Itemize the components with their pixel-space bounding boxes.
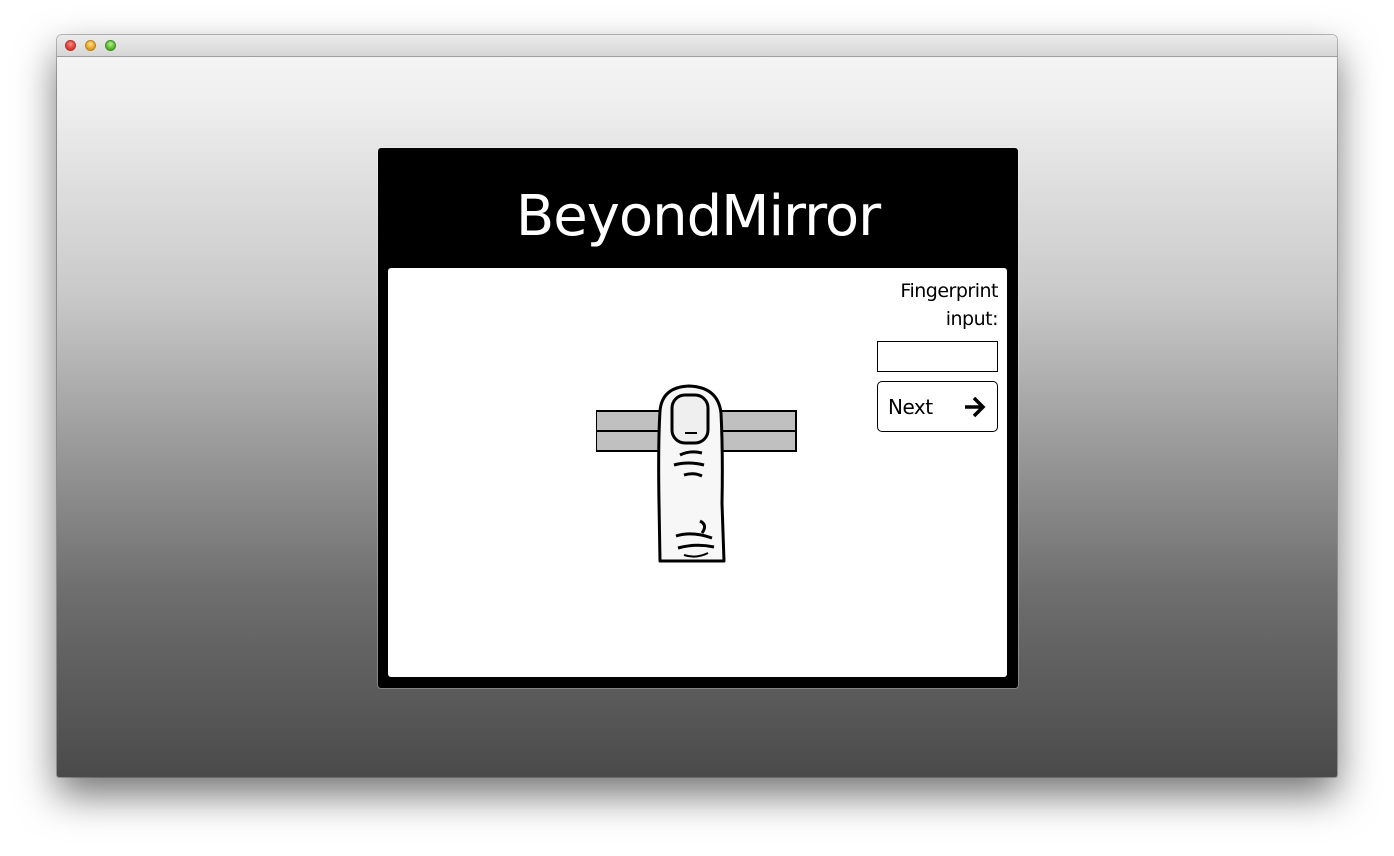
- fingerprint-input-label: Fingerprint input:: [900, 280, 998, 330]
- arrow-right-icon: [965, 396, 986, 418]
- fingerprint-input-field[interactable]: [877, 341, 998, 372]
- minimize-window-button[interactable]: [85, 40, 96, 51]
- close-window-button[interactable]: [65, 40, 76, 51]
- next-button[interactable]: Next: [877, 381, 998, 432]
- fingernail: [670, 393, 710, 445]
- window-titlebar[interactable]: [57, 35, 1337, 57]
- app-panel: BeyondMirror Fingerprint input: Next: [378, 148, 1018, 688]
- content-area: Fingerprint input: Next: [388, 268, 1007, 677]
- app-title: BeyondMirror: [515, 184, 881, 249]
- zoom-window-button[interactable]: [105, 40, 116, 51]
- next-button-label: Next: [888, 395, 933, 419]
- app-window: BeyondMirror Fingerprint input: Next: [57, 35, 1337, 777]
- finger-on-scanner-illustration: [596, 384, 797, 563]
